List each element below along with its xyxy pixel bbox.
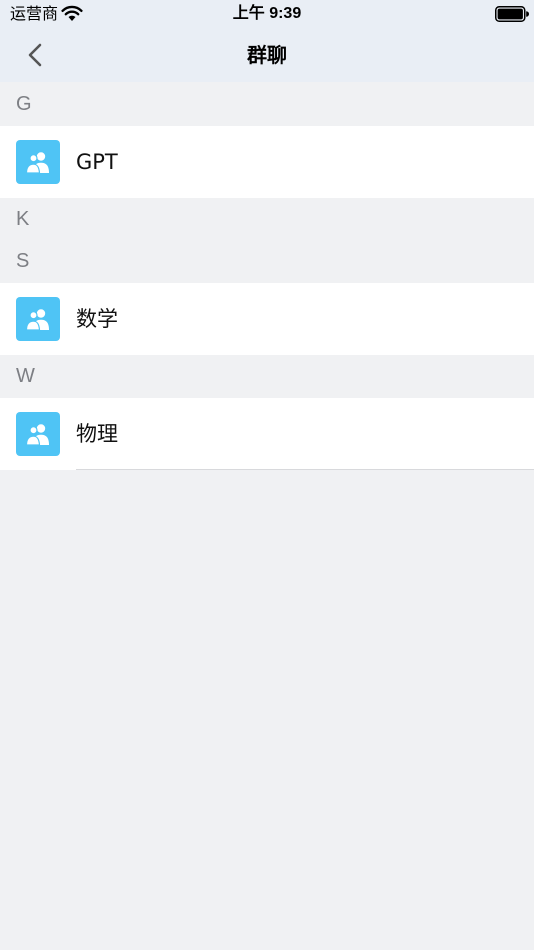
group-name: GPT	[76, 150, 118, 174]
group-users-icon	[25, 424, 49, 446]
section-header-w: W	[16, 365, 35, 387]
page-title: 群聊	[247, 43, 287, 67]
battery-icon	[495, 6, 529, 22]
group-row-gpt[interactable]: GPT	[0, 126, 534, 198]
group-avatar	[16, 140, 60, 184]
section-header-g: G	[16, 93, 32, 115]
nav-bar: 群聊	[0, 28, 534, 82]
status-bar: 运营商 上午 9:39	[0, 0, 534, 28]
group-avatar	[16, 297, 60, 341]
group-name: 数学	[76, 307, 118, 331]
group-row-physics[interactable]: 物理	[0, 398, 534, 470]
group-name: 物理	[76, 422, 118, 446]
group-row-math[interactable]: 数学	[0, 283, 534, 355]
status-time: 上午 9:39	[232, 5, 302, 22]
top-area: 运营商 上午 9:39 群聊	[0, 0, 534, 82]
section-header-s: S	[16, 250, 30, 272]
section-header-k: K	[16, 208, 30, 230]
group-avatar	[16, 412, 60, 456]
group-users-icon	[25, 152, 49, 174]
group-list: G GPT K S 数学 W 物理	[0, 82, 534, 470]
group-users-icon	[25, 309, 49, 331]
